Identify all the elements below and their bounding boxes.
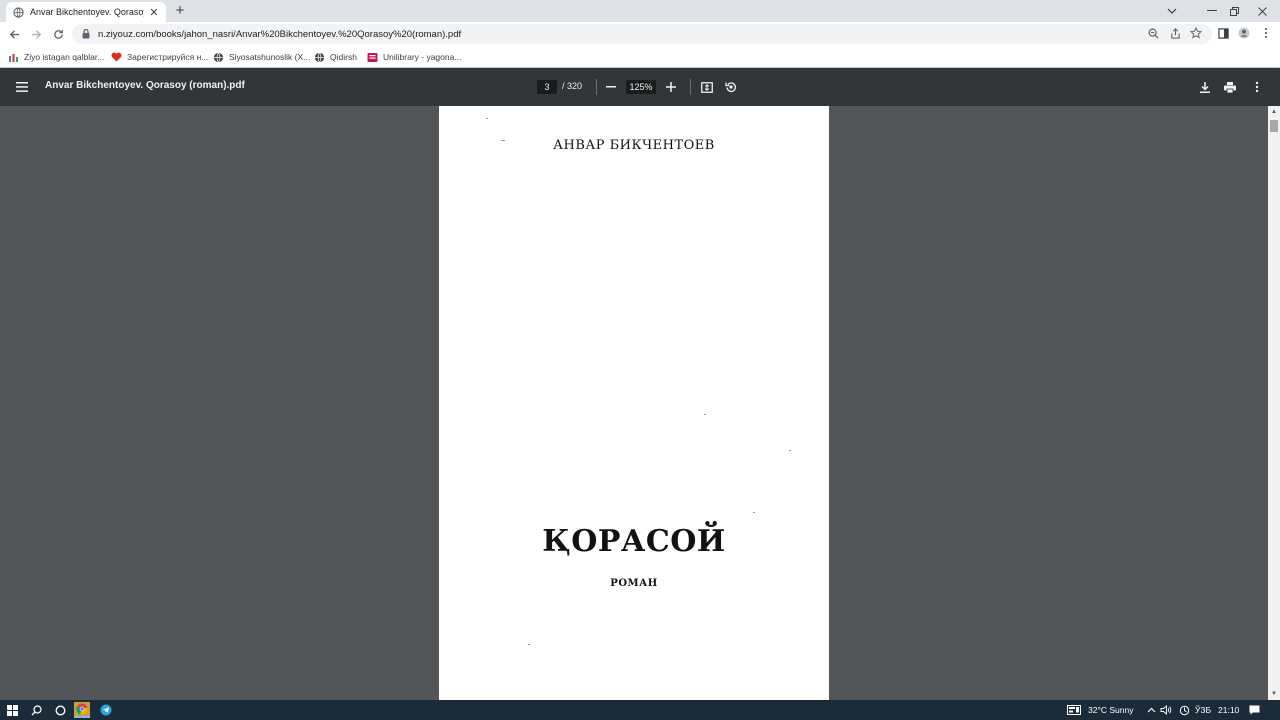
new-tab-button[interactable]: + <box>172 3 188 19</box>
clock-time[interactable]: 21:10 <box>1218 705 1239 715</box>
bookmark-label: Unilibrary - yagona... <box>383 52 462 62</box>
address-bar[interactable]: n.ziyouz.com/books/jahon_nasri/Anvar%20B… <box>72 24 1212 44</box>
scroll-down-arrow-icon[interactable]: ▼ <box>1268 688 1280 700</box>
library-icon <box>367 52 378 63</box>
print-icon[interactable] <box>1221 78 1239 96</box>
browser-tab[interactable]: Anvar Bikchentoyev. Qorasoy (ro ✕ <box>6 2 166 22</box>
scroll-up-arrow-icon[interactable]: ▲ <box>1268 106 1280 118</box>
hamburger-menu-icon[interactable] <box>13 78 31 96</box>
pdf-file-title: Anvar Bikchentoyev. Qorasoy (roman).pdf <box>45 80 245 91</box>
book-genre: РОМАН <box>610 578 658 589</box>
zoom-in-icon[interactable] <box>662 78 680 96</box>
pdf-toolbar: Anvar Bikchentoyev. Qorasoy (roman).pdf … <box>0 68 1280 106</box>
page-number-input[interactable]: 3 <box>537 80 557 94</box>
scrollbar-thumb[interactable] <box>1270 120 1278 132</box>
page-speck <box>501 140 505 141</box>
pdf-viewer[interactable]: АНВАР БИКЧЕНТОЕВ ҚОРАСОЙ РОМАН <box>0 106 1268 700</box>
page-speck <box>704 414 706 415</box>
toolbar-divider <box>690 79 691 95</box>
page-speck <box>528 644 530 645</box>
globe-icon <box>213 52 224 63</box>
windows-taskbar: 32°C Sunny ЎЗБ 21:10 <box>0 700 1280 720</box>
toolbar-divider <box>596 79 597 95</box>
cortana-icon[interactable] <box>52 702 68 718</box>
bookmark-item-unilibrary[interactable]: Unilibrary - yagona... <box>367 50 461 64</box>
bookmark-item-qidirsh[interactable]: Qidirsh <box>314 50 357 64</box>
bookmark-label: Ziyo istagan qalblar... <box>24 52 105 62</box>
page-speck <box>753 512 755 513</box>
browser-toolbar: n.ziyouz.com/books/jahon_nasri/Anvar%20B… <box>0 22 1280 46</box>
chrome-taskbar-icon[interactable] <box>74 702 90 718</box>
windows-start-icon[interactable] <box>4 702 20 718</box>
download-icon[interactable] <box>1196 78 1214 96</box>
heart-icon <box>111 52 122 63</box>
search-icon[interactable] <box>28 702 44 718</box>
pdf-page: АНВАР БИКЧЕНТОЕВ ҚОРАСОЙ РОМАН <box>439 106 829 700</box>
tab-close-icon[interactable]: ✕ <box>148 6 160 19</box>
input-language[interactable]: ЎЗБ <box>1195 705 1211 715</box>
telegram-icon[interactable] <box>98 702 114 718</box>
network-icon[interactable] <box>1176 702 1192 718</box>
bookmark-item-ziyo[interactable]: Ziyo istagan qalblar... <box>8 50 104 64</box>
zoom-out-icon[interactable] <box>602 78 620 96</box>
notifications-icon[interactable] <box>1246 702 1262 718</box>
page-speck <box>789 450 791 451</box>
book-title: ҚОРАСОЙ <box>542 524 726 559</box>
lock-icon[interactable] <box>82 29 92 39</box>
bookmark-favicon-icon <box>8 52 19 63</box>
book-author: АНВАР БИКЧЕНТОЕВ <box>553 138 715 153</box>
bookmark-label: Qidirsh <box>330 52 357 62</box>
weather-text[interactable]: 32°C Sunny <box>1088 705 1133 715</box>
page-speck <box>486 118 488 119</box>
bookmark-star-icon[interactable] <box>1189 26 1203 40</box>
browser-menu-icon[interactable] <box>1259 26 1273 40</box>
page-total: / 320 <box>562 81 583 91</box>
bookmark-item-siyosat[interactable]: Siyosatshunoslik (X... <box>213 50 310 64</box>
tab-search-chevron-icon[interactable] <box>1152 0 1192 22</box>
globe-icon <box>12 6 24 18</box>
profile-avatar-icon[interactable] <box>1237 26 1251 40</box>
share-icon[interactable] <box>1168 26 1182 40</box>
tab-strip: Anvar Bikchentoyev. Qorasoy (ro ✕ + <box>0 0 1280 22</box>
globe-icon <box>314 52 325 63</box>
bookmark-label: Siyosatshunoslik (X... <box>229 52 311 62</box>
zoom-magnifier-icon[interactable] <box>1146 26 1160 40</box>
vertical-scrollbar[interactable]: ▲ ▼ <box>1268 106 1280 700</box>
zoom-level-input[interactable]: 125% <box>626 80 656 94</box>
weather-icon[interactable] <box>1066 702 1082 718</box>
chevron-up-icon[interactable] <box>1143 702 1159 718</box>
volume-icon[interactable] <box>1158 702 1174 718</box>
close-window-icon[interactable] <box>1242 0 1280 22</box>
more-options-icon[interactable] <box>1248 78 1266 96</box>
side-panel-icon[interactable] <box>1216 26 1230 40</box>
forward-arrow-icon[interactable] <box>28 26 44 42</box>
url-text[interactable]: n.ziyouz.com/books/jahon_nasri/Anvar%20B… <box>98 29 461 40</box>
reload-icon[interactable] <box>50 26 66 42</box>
fit-to-page-icon[interactable] <box>698 78 716 96</box>
bookmarks-bar: Ziyo istagan qalblar... Зарегистрируйся … <box>0 46 1280 68</box>
back-arrow-icon[interactable] <box>6 26 22 42</box>
bookmark-item-register[interactable]: Зарегистрируйся н... <box>111 50 208 64</box>
tab-title: Anvar Bikchentoyev. Qorasoy (ro <box>30 7 144 17</box>
rotate-icon[interactable] <box>722 78 740 96</box>
bookmark-label: Зарегистрируйся н... <box>127 52 209 62</box>
